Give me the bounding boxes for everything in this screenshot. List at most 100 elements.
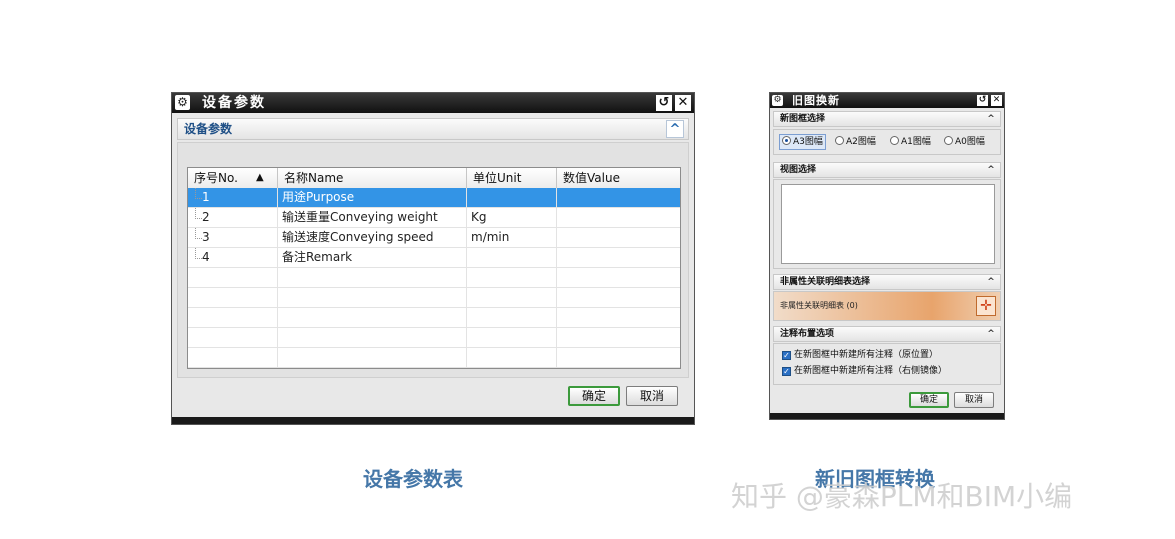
cell-unit: m/min — [467, 228, 557, 247]
note-option-right-mirror[interactable]: ✓ 在新图框中新建所有注释（右侧镜像） — [782, 365, 947, 377]
section-body: 序号No. ▲ 名称Name 单位Unit 数值Value 1 用途Purpose… — [177, 142, 689, 378]
close-icon[interactable]: ✕ — [991, 95, 1002, 106]
cell-empty — [188, 308, 278, 327]
note-option-original-position[interactable]: ✓ 在新图框中新建所有注释（原位置） — [782, 349, 938, 361]
tree-connector — [195, 188, 202, 199]
cell-empty — [467, 348, 557, 367]
frame-radio-group: A3图幅 A2图幅 A1图幅 A0图幅 — [773, 129, 1001, 155]
cell-empty — [557, 268, 680, 287]
radio-indicator — [944, 136, 953, 145]
checkbox-checked-icon: ✓ — [782, 351, 791, 360]
cell-unit — [467, 188, 557, 207]
checkbox-checked-icon: ✓ — [782, 367, 791, 376]
cell-no: 2 — [188, 208, 278, 227]
radio-indicator — [890, 136, 899, 145]
dialog-footer-bar — [770, 413, 1004, 419]
sort-ascending-icon: ▲ — [256, 172, 264, 183]
cell-empty — [557, 308, 680, 327]
cell-no: 1 — [188, 188, 278, 207]
dialog-titlebar: ⚙ 旧图换新 ↺ ✕ — [770, 93, 1004, 108]
cell-unit: Kg — [467, 208, 557, 227]
cell-empty — [467, 308, 557, 327]
cell-name: 用途Purpose — [278, 188, 467, 207]
cell-empty — [188, 348, 278, 367]
close-icon[interactable]: ✕ — [675, 95, 691, 111]
reset-icon[interactable]: ↺ — [656, 95, 672, 111]
cell-empty — [278, 268, 467, 287]
table-row[interactable]: 4 备注Remark — [188, 248, 680, 268]
column-header-no[interactable]: 序号No. ▲ — [188, 168, 278, 188]
cell-empty — [278, 308, 467, 327]
equipment-params-dialog: ⚙ 设备参数 ↺ ✕ 设备参数 ^ 序号No. ▲ 名称Name 单位Unit … — [171, 92, 695, 425]
cancel-button[interactable]: 取消 — [626, 386, 678, 406]
radio-a2[interactable]: A2图幅 — [835, 135, 876, 149]
dialog-title: 旧图换新 — [792, 94, 840, 107]
params-table[interactable]: 序号No. ▲ 名称Name 单位Unit 数值Value 1 用途Purpose… — [187, 167, 681, 369]
radio-a3[interactable]: A3图幅 — [779, 134, 826, 150]
replace-drawing-frame-dialog: ⚙ 旧图换新 ↺ ✕ 新图框选择 ^ A3图幅 A2图幅 A1图幅 A0图幅 视… — [769, 92, 1005, 420]
tree-connector — [195, 208, 202, 219]
section-title: 非属性关联明细表选择 — [780, 277, 871, 287]
cell-name: 备注Remark — [278, 248, 467, 267]
cell-empty — [278, 328, 467, 347]
gear-icon[interactable]: ⚙ — [772, 95, 783, 106]
cell-value — [557, 228, 680, 247]
cell-empty — [278, 348, 467, 367]
cell-value — [557, 188, 680, 207]
section-title: 新图框选择 — [780, 114, 826, 124]
collapse-icon[interactable]: ^ — [985, 276, 997, 288]
table-row[interactable]: 2 输送重量Conveying weight Kg — [188, 208, 680, 228]
section-header-equipment-params[interactable]: 设备参数 ^ — [177, 118, 689, 140]
collapse-icon[interactable]: ^ — [666, 120, 684, 138]
dialog-title: 设备参数 — [202, 95, 266, 111]
cell-empty — [557, 348, 680, 367]
cell-empty — [557, 288, 680, 307]
column-header-unit[interactable]: 单位Unit — [467, 168, 557, 188]
section-header-frame-select[interactable]: 新图框选择 ^ — [773, 111, 1001, 127]
table-row[interactable] — [188, 288, 680, 308]
cell-no: 3 — [188, 228, 278, 247]
table-row[interactable] — [188, 328, 680, 348]
view-list[interactable] — [781, 184, 995, 264]
reset-icon[interactable]: ↺ — [977, 95, 988, 106]
cell-unit — [467, 248, 557, 267]
cell-empty — [467, 268, 557, 287]
radio-a1[interactable]: A1图幅 — [890, 135, 931, 149]
ok-button[interactable]: 确定 — [568, 386, 620, 406]
radio-a0[interactable]: A0图幅 — [944, 135, 985, 149]
table-row[interactable] — [188, 268, 680, 288]
section-title: 视图选择 — [780, 165, 817, 175]
ok-button[interactable]: 确定 — [909, 392, 949, 408]
caption-equipment-params: 设备参数表 — [363, 467, 463, 491]
cell-name: 输送速度Conveying speed — [278, 228, 467, 247]
collapse-icon[interactable]: ^ — [985, 164, 997, 176]
section-header-nonattr-table[interactable]: 非属性关联明细表选择 ^ — [773, 274, 1001, 290]
cell-empty — [467, 328, 557, 347]
cell-no: 4 — [188, 248, 278, 267]
section-header-note-options[interactable]: 注释布置选项 ^ — [773, 326, 1001, 342]
table-row[interactable] — [188, 308, 680, 328]
gear-icon[interactable]: ⚙ — [175, 95, 190, 110]
table-row[interactable] — [188, 348, 680, 368]
cell-empty — [278, 288, 467, 307]
column-header-value[interactable]: 数值Value — [557, 168, 680, 188]
column-header-name[interactable]: 名称Name — [278, 168, 467, 188]
section-title: 注释布置选项 — [780, 329, 835, 339]
cell-empty — [188, 288, 278, 307]
section-header-view-select[interactable]: 视图选择 ^ — [773, 162, 1001, 178]
dialog-titlebar: ⚙ 设备参数 ↺ ✕ — [172, 93, 694, 113]
cancel-button[interactable]: 取消 — [954, 392, 994, 408]
table-row[interactable]: 1 用途Purpose — [188, 188, 680, 208]
crosshair-select-icon[interactable]: ✛ — [976, 296, 996, 316]
section-title: 设备参数 — [184, 122, 233, 136]
view-select-body — [773, 179, 1001, 269]
radio-indicator — [835, 136, 844, 145]
collapse-icon[interactable]: ^ — [985, 328, 997, 340]
nonattr-select-label: 非属性关联明细表 (0) — [780, 301, 858, 310]
nonattr-select-row[interactable]: 非属性关联明细表 (0) ✛ — [773, 291, 1001, 321]
dialog-footer-bar — [172, 417, 694, 424]
table-row[interactable]: 3 输送速度Conveying speed m/min — [188, 228, 680, 248]
watermark: 知乎 @豪森PLM和BIM小编 — [731, 480, 1073, 513]
cell-empty — [188, 268, 278, 287]
collapse-icon[interactable]: ^ — [985, 113, 997, 125]
